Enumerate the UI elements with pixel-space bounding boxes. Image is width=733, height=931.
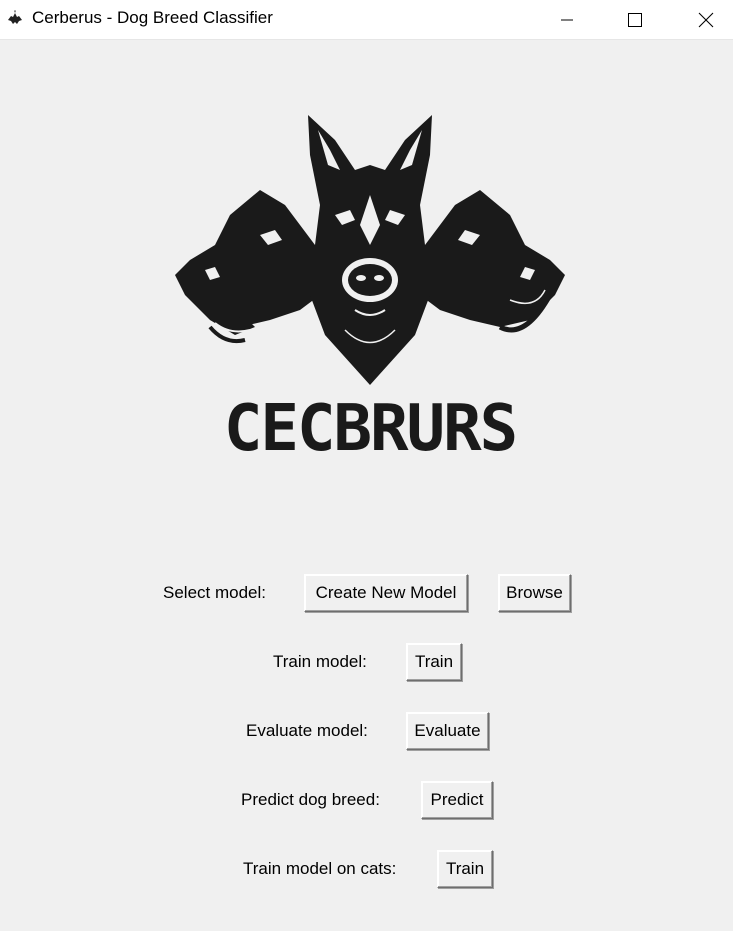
window-title: Cerberus - Dog Breed Classifier	[32, 8, 273, 27]
train-model-label: Train model:	[273, 652, 367, 671]
train-button[interactable]: Train	[406, 643, 462, 681]
select-model-label: Select model:	[163, 583, 266, 602]
cerberus-icon	[8, 10, 22, 24]
minimize-icon	[561, 19, 573, 21]
predict-label: Predict dog breed:	[241, 790, 380, 809]
maximize-button[interactable]	[612, 0, 658, 40]
title-bar: Cerberus - Dog Breed Classifier	[0, 0, 733, 40]
minimize-button[interactable]	[544, 0, 590, 40]
create-new-model-button[interactable]: Create New Model	[304, 574, 468, 612]
logo-text: CECBRURS	[224, 392, 516, 466]
browse-button[interactable]: Browse	[498, 574, 571, 612]
close-icon	[698, 12, 714, 28]
close-button[interactable]	[683, 0, 729, 40]
train-cats-label: Train model on cats:	[243, 859, 397, 878]
train-cats-button[interactable]: Train	[437, 850, 493, 888]
maximize-icon	[628, 13, 642, 27]
three-headed-dog-logo: CECBRURS	[175, 115, 565, 466]
evaluate-model-label: Evaluate model:	[246, 721, 368, 740]
evaluate-button[interactable]: Evaluate	[406, 712, 489, 750]
predict-button[interactable]: Predict	[421, 781, 493, 819]
